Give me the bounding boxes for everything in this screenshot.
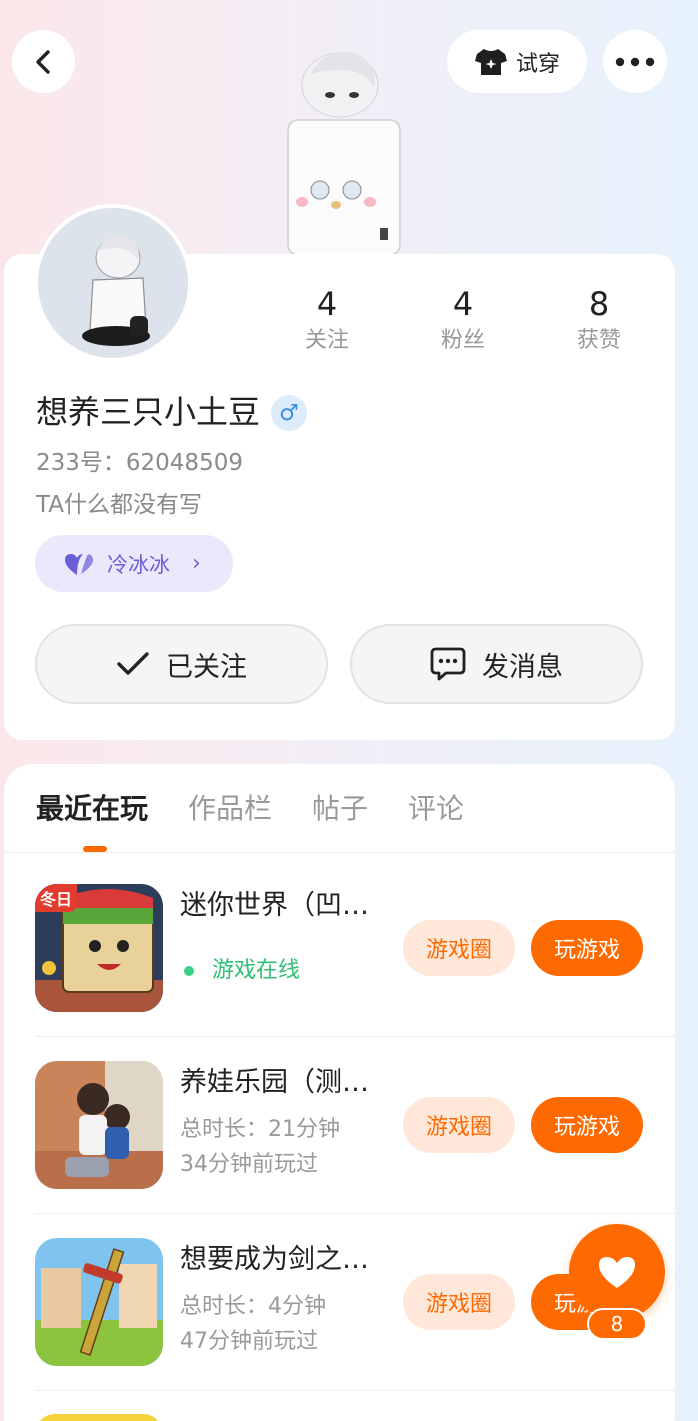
likes-count: 8 [588,285,610,323]
like-button[interactable] [569,1224,665,1320]
game-circle-button[interactable]: 游戏圈 [403,920,515,976]
back-button[interactable] [12,30,75,93]
game-online-status: 游戏在线 [180,954,300,988]
avatar-3d-figure [287,51,401,255]
checkmark-icon [117,652,149,675]
tabs-divider [4,852,675,853]
followers-count: 4 [452,285,474,323]
game-circle-button[interactable]: 游戏圈 [403,1097,515,1153]
more-dots-icon [615,57,655,66]
following-count: 4 [316,285,338,323]
follow-button[interactable]: 已关注 [35,624,328,704]
game-icon-mini-world[interactable]: 冬日 [35,884,163,1012]
game-row[interactable]: 冬日 迷你世界（凹… 游戏在线 游戏圈 玩游戏 [4,884,675,1060]
online-dot-icon [184,966,194,976]
message-button[interactable]: 发消息 [350,624,643,704]
tab-works[interactable]: 作品栏 [188,786,272,832]
chevron-right-icon: › [192,551,201,576]
likes-label: 获赞 [576,328,621,353]
followers-stat[interactable]: 4 粉丝 [408,284,518,358]
next-game-icon-peek [35,1414,163,1421]
username: 想养三只小土豆 [36,393,261,431]
game-duration: 总时长：21分钟 [180,1117,340,1142]
game-title: 养娃乐园（测… [180,1067,369,1098]
game-thumbnail [35,1238,163,1366]
tab-posts[interactable]: 帖子 [312,786,368,832]
message-button-label: 发消息 [482,651,563,683]
game-last-played: 34分钟前玩过 [180,1152,318,1177]
back-arrow-icon [35,49,50,74]
following-stat[interactable]: 4 关注 [272,284,382,358]
tshirt-icon [474,48,507,75]
row-divider [35,1213,675,1214]
game-icon-baby-park[interactable] [35,1061,163,1189]
game-last-played: 47分钟前玩过 [180,1329,318,1354]
avatar-image [38,208,188,358]
game-circle-button[interactable]: 游戏圈 [403,1274,515,1330]
game-thumbnail [35,1061,163,1189]
more-options-button[interactable] [603,30,667,93]
play-game-button[interactable]: 玩游戏 [531,1097,643,1153]
game-title: 迷你世界（凹… [180,890,369,921]
followers-label: 粉丝 [440,328,485,353]
game-icon-sword[interactable] [35,1238,163,1366]
heart-icon [65,553,93,575]
intimacy-tag[interactable]: 冷冰冰 › [35,535,233,592]
follow-button-label: 已关注 [166,651,247,683]
gender-male-icon: ♂ [271,395,307,431]
row-divider [35,1390,675,1391]
tab-recently-played[interactable]: 最近在玩 [36,786,148,832]
chat-bubble-icon [430,647,466,681]
heart-icon [599,1257,635,1288]
likes-stat[interactable]: 8 获赞 [544,284,654,358]
try-on-label: 试穿 [515,51,560,77]
play-game-button[interactable]: 玩游戏 [531,920,643,976]
game-status-label: 游戏在线 [212,958,301,983]
game-title: 想要成为剑之… [180,1244,369,1275]
game-icon-badge: 冬日 [35,884,78,912]
user-id: 233号：62048509 [36,450,243,476]
profile-avatar[interactable] [34,204,192,362]
try-on-button[interactable]: 试穿 [447,30,587,93]
row-divider [35,1036,675,1037]
game-row[interactable]: 养娃乐园（测… 总时长：21分钟 34分钟前玩过 游戏圈 玩游戏 [4,1061,675,1237]
tab-comments[interactable]: 评论 [408,786,464,832]
intimacy-tag-label: 冷冰冰 [107,552,170,577]
following-label: 关注 [304,328,349,353]
game-duration: 总时长：4分钟 [180,1294,326,1319]
user-bio: TA什么都没有写 [36,492,202,518]
profile-tabs: 最近在玩 作品栏 帖子 评论 [36,786,464,832]
like-count-badge: 8 [587,1308,647,1340]
